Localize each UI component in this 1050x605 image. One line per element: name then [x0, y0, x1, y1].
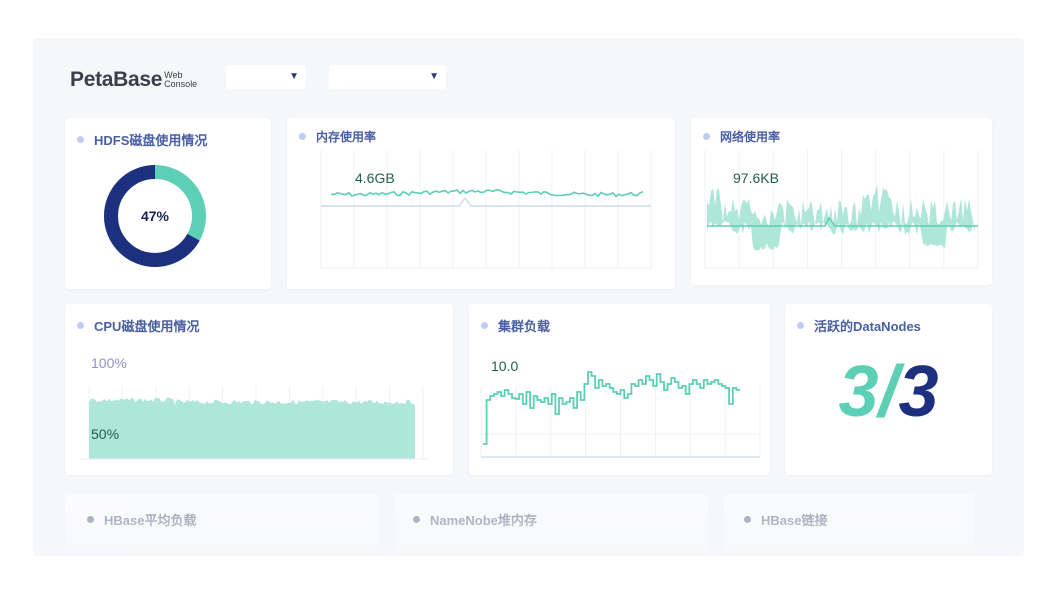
hbase-load-title: HBase平均负载	[87, 510, 196, 529]
hbase-load-card: HBase平均负载	[65, 494, 378, 556]
namenode-heap-card: NameNobe堆内存	[395, 494, 708, 556]
hdfs-donut-chart: 47%	[104, 165, 206, 267]
network-area-chart: 97.6KB	[704, 150, 979, 269]
active-datanodes-card: 活跃的DataNodes 3/3	[785, 304, 992, 475]
cpu-area-chart: 100% 50%	[81, 355, 429, 460]
memory-usage-series	[330, 189, 644, 198]
bullet-dot-icon	[87, 516, 94, 523]
chevron-down-icon: ▼	[289, 71, 299, 82]
chevron-down-icon: ▼	[429, 71, 439, 82]
datanodes-active-count: 3	[838, 352, 879, 432]
network-usage-card: 网络使用率 97.6KB	[691, 118, 992, 285]
bullet-dot-icon	[744, 516, 751, 523]
cluster-load-chart: 10.0	[480, 358, 761, 458]
datanodes-total-count: 3	[898, 352, 939, 432]
memory-value-label: 4.6GB	[355, 170, 395, 186]
hdfs-disk-card: HDFS磁盘使用情况 47%	[65, 118, 271, 289]
datanodes-separator: /	[878, 352, 899, 432]
cluster-value-label: 10.0	[491, 358, 518, 374]
cluster-load-series	[483, 371, 740, 445]
hbase-connection-card: HBase链接	[724, 494, 974, 556]
chart-grid	[320, 150, 652, 268]
memory-line-chart: 4.6GB	[320, 150, 652, 269]
bullet-dot-icon	[797, 322, 804, 329]
active-datanodes-title: 活跃的DataNodes	[797, 316, 921, 335]
datanodes-count: 3/3	[785, 352, 992, 432]
cpu-mid-label: 50%	[91, 426, 119, 442]
hbase-load-title-text: HBase平均负载	[104, 513, 197, 528]
dashboard: PetaBase Web Console ▼ ▼ HDFS磁盘使用情况 47% …	[33, 38, 1024, 556]
cpu-usage-card: CPU磁盘使用情况 100% 50%	[65, 304, 453, 475]
dropdown-node[interactable]: ▼	[329, 65, 446, 89]
petabase-logo: PetaBase Web Console	[70, 68, 197, 92]
cluster-load-card: 集群负载 10.0	[469, 304, 770, 475]
namenode-heap-title-text: NameNobe堆内存	[430, 513, 537, 528]
memory-usage-card: 内存使用率 4.6GB	[287, 118, 675, 289]
cpu-usage-area	[89, 397, 415, 459]
hbase-connection-title-text: HBase链接	[761, 513, 828, 528]
logo-sub-text: Web Console	[164, 71, 197, 89]
namenode-heap-title: NameNobe堆内存	[413, 510, 537, 529]
bullet-dot-icon	[413, 516, 420, 523]
logo-sub-console: Console	[164, 79, 198, 89]
logo-main-text: PetaBase	[70, 68, 163, 91]
hdfs-percent-label: 47%	[141, 208, 170, 224]
network-value-label: 97.6KB	[733, 170, 779, 186]
hbase-connection-title: HBase链接	[744, 510, 827, 529]
active-datanodes-title-text: 活跃的DataNodes	[814, 319, 921, 334]
cpu-top-label: 100%	[91, 355, 127, 371]
dropdown-cluster[interactable]: ▼	[226, 65, 306, 89]
